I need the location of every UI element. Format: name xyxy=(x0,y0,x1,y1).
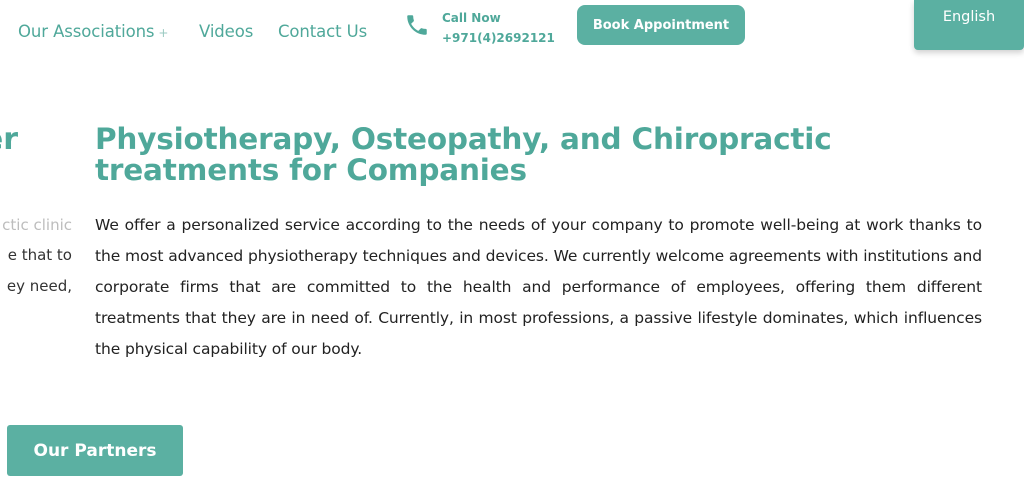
phone-icon xyxy=(407,15,427,35)
nav-contact-us[interactable]: Contact Us xyxy=(278,22,367,41)
nav-our-associations-label: Our Associations xyxy=(18,22,155,41)
call-now-label: Call Now xyxy=(442,11,501,25)
previous-slide-title-fragment: er xyxy=(0,122,80,162)
top-navigation: Our Associations + Videos Contact Us Call… xyxy=(0,0,1024,60)
nav-our-associations[interactable]: Our Associations + xyxy=(18,22,168,41)
previous-slide-text-3: ey need, xyxy=(6,277,72,295)
phone-number[interactable]: +971(4)2692121 xyxy=(442,31,555,45)
section-paragraph: We offer a personalized service accordin… xyxy=(95,216,982,358)
previous-slide-text-2: e that to xyxy=(7,246,72,264)
our-partners-button[interactable]: Our Partners xyxy=(7,425,183,476)
section-heading: Physiotherapy, Osteopathy, and Chiroprac… xyxy=(95,122,832,187)
previous-slide-text-fragment-3: ey need, xyxy=(0,275,80,299)
expand-plus-icon: + xyxy=(158,26,169,40)
previous-slide-title-text: er xyxy=(0,122,18,157)
previous-slide-text-fragment-1: ctic clinic xyxy=(0,214,80,238)
language-selector[interactable]: English xyxy=(914,0,1024,50)
nav-videos[interactable]: Videos xyxy=(199,22,253,41)
book-appointment-button[interactable]: Book Appointment xyxy=(577,5,745,45)
previous-slide-text-fragment-2: e that to xyxy=(0,244,80,268)
previous-slide-text-1: ctic clinic xyxy=(2,216,72,234)
